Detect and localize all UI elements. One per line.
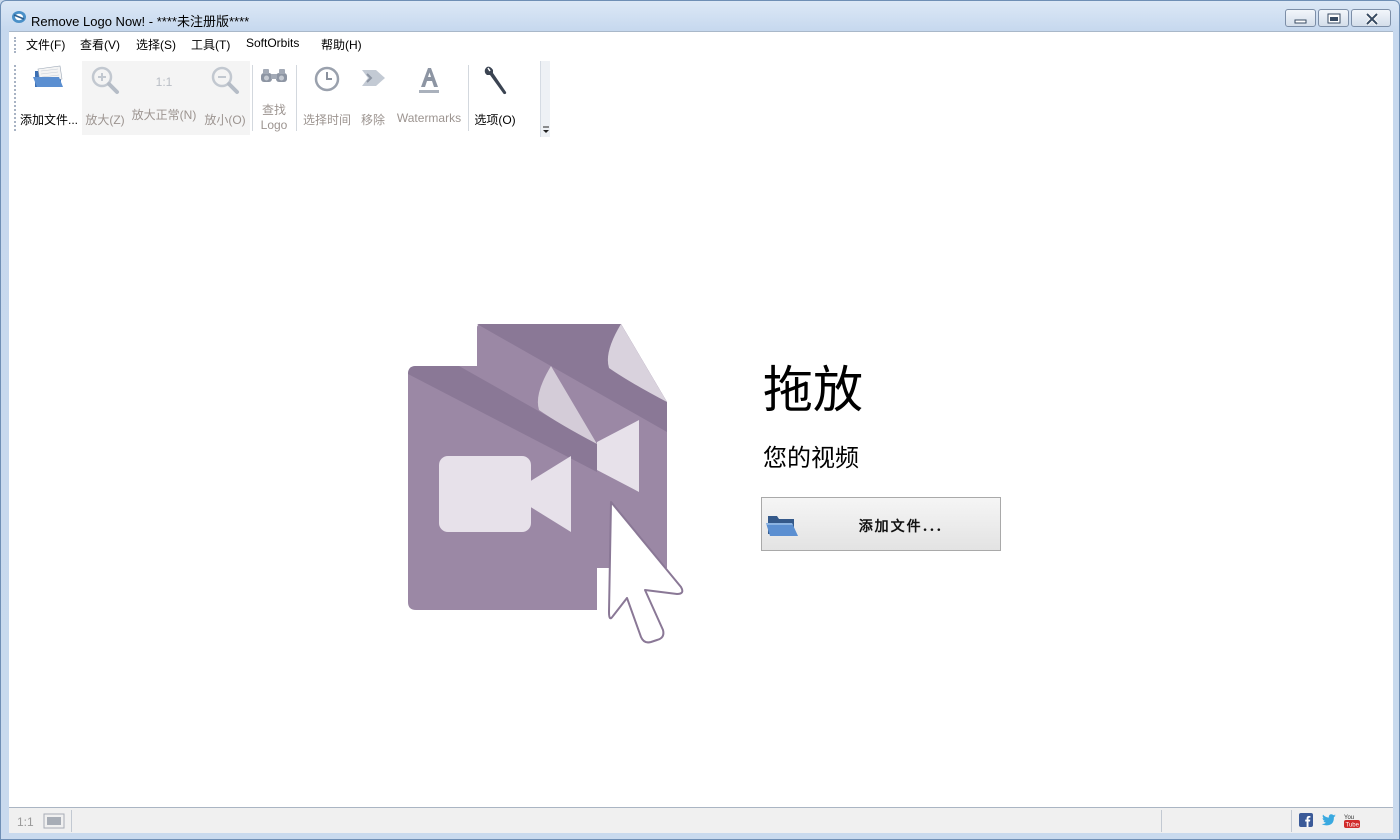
find-logo-label-1: 查找 <box>261 103 286 117</box>
watermark-icon <box>419 68 439 93</box>
status-divider <box>1291 810 1292 832</box>
menu-bar: 文件(F) 查看(V) 选择(S) 工具(T) SoftOrbits 帮助(H) <box>9 32 1393 56</box>
zoom-in-icon <box>91 66 119 94</box>
toolbar-separator <box>252 65 253 131</box>
add-file-button[interactable]: 添加文件... <box>761 497 1001 551</box>
restore-button[interactable] <box>1318 9 1349 27</box>
window-controls <box>1283 9 1391 29</box>
folder-icon <box>33 65 63 87</box>
zoom-out-icon <box>211 66 239 94</box>
drop-subtitle: 您的视频 <box>763 444 859 472</box>
window-title: Remove Logo Now! - ****未注册版**** <box>31 14 250 29</box>
zoom-out-button[interactable]: 放小(O) <box>200 61 250 135</box>
close-button[interactable] <box>1351 9 1391 27</box>
find-logo-label-2: Logo <box>260 118 288 132</box>
find-logo-button[interactable]: 查找 Logo <box>254 61 294 135</box>
restore-icon <box>1327 13 1341 24</box>
zoom-ratio-button[interactable]: 1:1 <box>17 815 34 829</box>
add-file-toolbar-button[interactable]: 添加文件... <box>18 61 80 135</box>
drop-title: 拖放 <box>763 361 863 419</box>
add-file-label: 添加文件... <box>19 113 78 127</box>
app-window: Remove Logo Now! - ****未注册版**** 文件(F) 查看… <box>0 0 1400 840</box>
clock-icon <box>314 66 340 92</box>
menu-softorbits[interactable]: SoftOrbits <box>246 36 299 50</box>
zoom-normal-icon-text: 1:1 <box>155 75 173 89</box>
minimize-button[interactable] <box>1285 9 1316 27</box>
close-icon <box>1365 12 1379 26</box>
zoom-in-label: 放大(Z) <box>85 113 125 127</box>
status-bar: 1:1 You Tube <box>9 807 1393 833</box>
add-file-button-label: 添加文件... <box>858 519 944 535</box>
youtube-icon[interactable]: You Tube <box>1343 813 1361 829</box>
menu-file[interactable]: 文件(F) <box>26 36 65 53</box>
status-divider <box>71 810 72 832</box>
menu-tools[interactable]: 工具(T) <box>191 36 230 53</box>
select-time-label: 选择时间 <box>302 113 351 127</box>
menu-select[interactable]: 选择(S) <box>136 36 176 53</box>
menu-view[interactable]: 查看(V) <box>80 36 120 53</box>
zoom-normal-label: 放大正常(N) <box>131 108 197 122</box>
binoculars-icon <box>261 69 287 82</box>
remove-button[interactable]: 移除 <box>356 61 390 135</box>
options-label: 选项(O) <box>474 113 516 127</box>
options-button[interactable]: 选项(O) <box>470 61 520 135</box>
toolbar-separator <box>468 65 469 131</box>
fit-screen-icon[interactable] <box>43 813 65 829</box>
remove-arrow-icon <box>362 70 385 86</box>
wrench-icon <box>484 66 507 95</box>
remove-label: 移除 <box>360 113 385 127</box>
select-time-button[interactable]: 选择时间 <box>298 61 356 135</box>
twitter-icon[interactable] <box>1321 813 1337 827</box>
menu-grip[interactable] <box>14 37 16 53</box>
watermarks-button[interactable]: Watermarks <box>392 61 466 135</box>
facebook-icon[interactable] <box>1299 813 1313 827</box>
svg-text:Tube: Tube <box>1346 823 1360 829</box>
zoom-normal-button[interactable]: 1:1 放大正常(N) <box>128 61 200 135</box>
watermarks-label: Watermarks <box>396 111 462 125</box>
folder-icon <box>766 516 798 536</box>
title-bar: Remove Logo Now! - ****未注册版**** <box>1 1 1399 31</box>
menu-help[interactable]: 帮助(H) <box>321 36 362 53</box>
chevron-down-icon <box>543 126 549 133</box>
toolbar: 添加文件... 放大(Z) 1:1 放大正常(N) 放小(O) 查找 Logo … <box>12 59 542 137</box>
toolbar-overflow-button[interactable] <box>540 61 550 137</box>
zoom-out-label: 放小(O) <box>204 113 246 127</box>
toolbar-separator <box>296 65 297 131</box>
zoom-in-button[interactable]: 放大(Z) <box>82 61 128 135</box>
client-area: 文件(F) 查看(V) 选择(S) 工具(T) SoftOrbits 帮助(H)… <box>9 31 1393 833</box>
toolbar-grip[interactable] <box>14 65 16 131</box>
minimize-icon <box>1294 19 1307 24</box>
video-drop-illustration <box>408 324 684 644</box>
status-divider <box>1161 810 1162 832</box>
app-icon <box>12 11 26 23</box>
